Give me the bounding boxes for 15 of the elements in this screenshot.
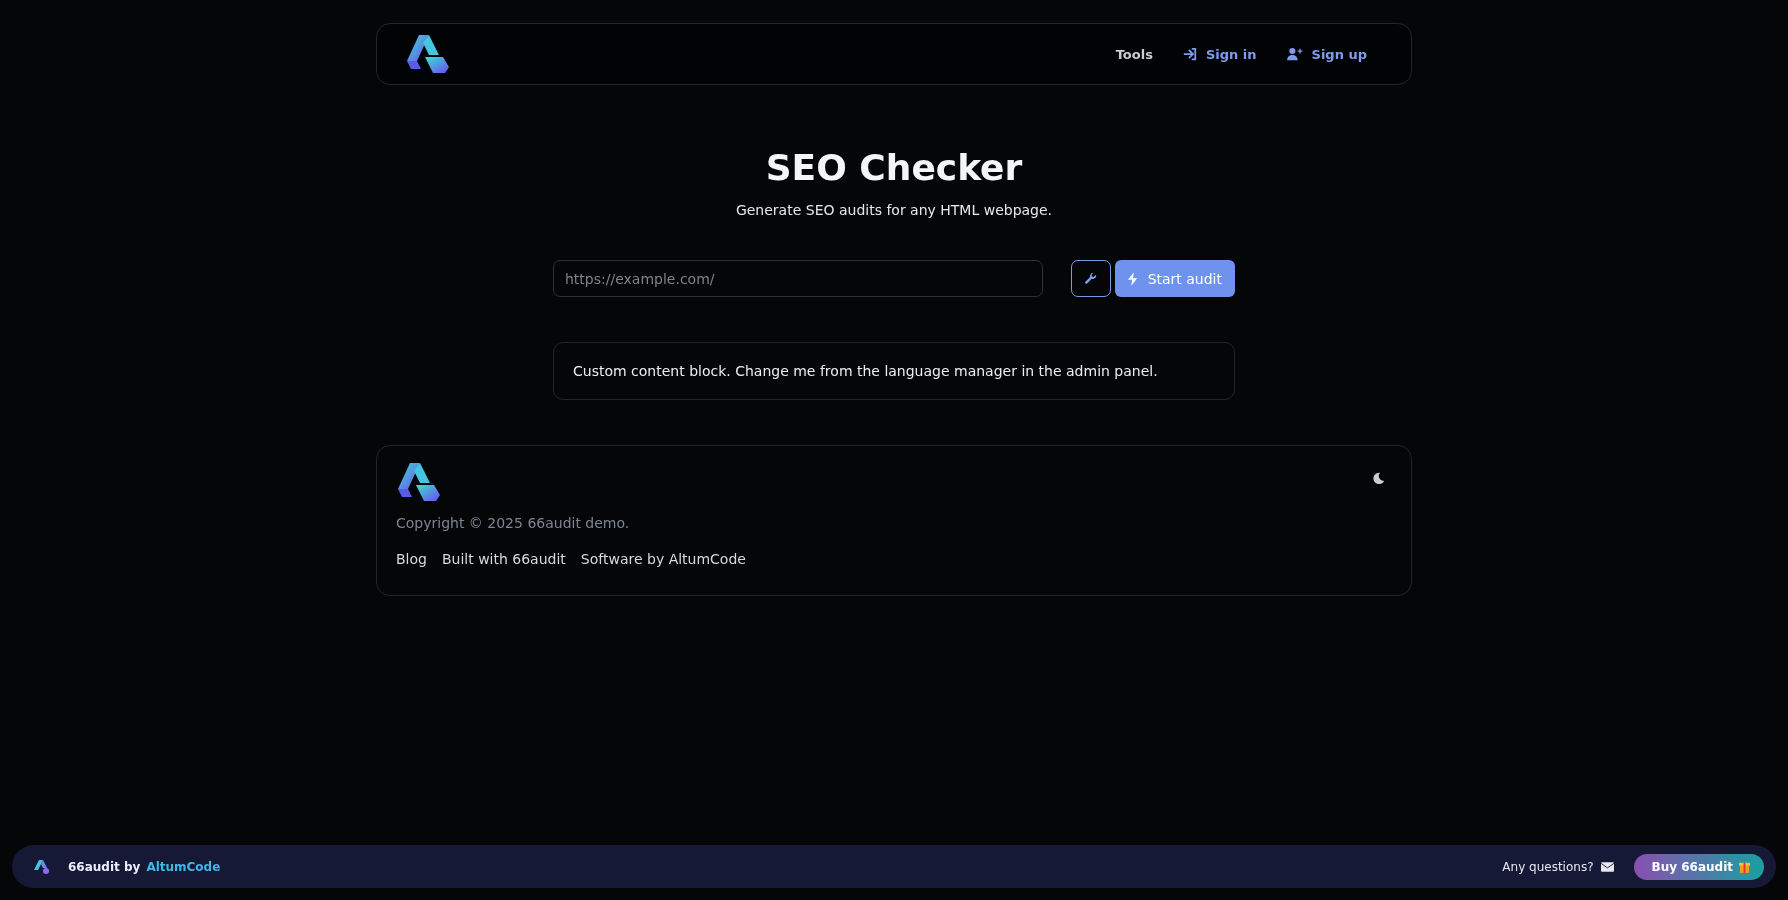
- content-text: Custom content block. Change me from the language manager in the admin panel.: [573, 363, 1159, 379]
- page-title: SEO Checker: [764, 147, 1024, 188]
- product-credit: 66audit by: [68, 859, 141, 874]
- author-link[interactable]: AltumCode: [146, 859, 221, 874]
- footer-link[interactable]: Blog: [396, 551, 427, 567]
- copyright-text: Copyright © 2025 66audit demo.: [396, 515, 631, 531]
- nav-link[interactable]: Sign up: [1286, 46, 1367, 62]
- contact-link[interactable]: Any questions?: [1502, 859, 1614, 874]
- page-subtitle: Generate SEO audits for any HTML webpage.: [735, 202, 1053, 218]
- url-input-field[interactable]: https://example.com/: [553, 260, 1043, 297]
- buy-button[interactable]: Buy 66audit: [1633, 853, 1764, 880]
- footer-link[interactable]: Built with 66audit: [441, 551, 566, 567]
- nav-link[interactable]: Sign in: [1182, 46, 1257, 62]
- nav-link[interactable]: Tools: [1115, 46, 1153, 62]
- footer-link[interactable]: Software by AltumCode: [580, 551, 746, 567]
